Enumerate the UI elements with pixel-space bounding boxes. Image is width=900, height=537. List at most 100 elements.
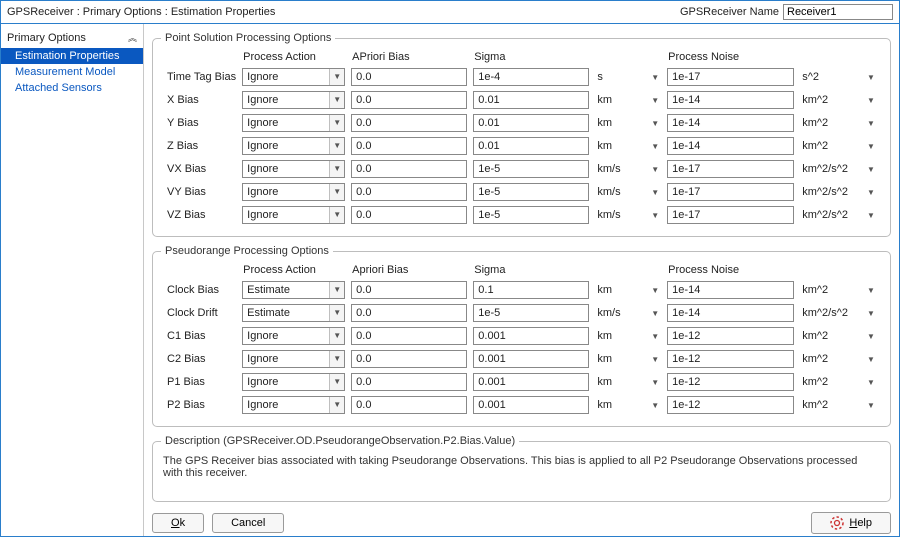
- unit-select[interactable]: km^2▼: [800, 327, 877, 345]
- apriori-bias-input[interactable]: 0.0: [351, 160, 467, 178]
- process-noise-input[interactable]: 1e-14: [667, 281, 794, 299]
- sigma-input[interactable]: 1e-5: [473, 206, 589, 224]
- apriori-bias-input[interactable]: 0.0: [351, 91, 467, 109]
- group-point-solution-legend: Point Solution Processing Options: [161, 32, 335, 44]
- process-action-select[interactable]: Ignore▼: [242, 206, 345, 224]
- apriori-bias-input[interactable]: 0.0: [351, 281, 467, 299]
- row-label: Clock Bias: [165, 280, 237, 300]
- apriori-bias-input[interactable]: 0.0: [351, 327, 467, 345]
- process-action-select[interactable]: Estimate▼: [242, 281, 345, 299]
- apriori-bias-input[interactable]: 0.0: [351, 137, 467, 155]
- chevron-down-icon: ▼: [329, 92, 344, 108]
- process-action-select[interactable]: Estimate▼: [242, 304, 345, 322]
- sigma-input[interactable]: 1e-5: [473, 160, 589, 178]
- unit-select[interactable]: km▼: [595, 137, 661, 155]
- process-action-select[interactable]: Ignore▼: [242, 114, 345, 132]
- chevron-down-icon: ▼: [649, 73, 661, 82]
- process-action-select[interactable]: Ignore▼: [242, 327, 345, 345]
- apriori-bias-input[interactable]: 0.0: [351, 373, 467, 391]
- unit-select[interactable]: km/s▼: [595, 183, 661, 201]
- sidebar-item[interactable]: Estimation Properties: [1, 48, 143, 64]
- process-action-select[interactable]: Ignore▼: [242, 137, 345, 155]
- unit-select[interactable]: km▼: [595, 350, 661, 368]
- process-noise-input[interactable]: 1e-14: [667, 114, 794, 132]
- unit-select[interactable]: km^2▼: [800, 396, 877, 414]
- apriori-bias-input[interactable]: 0.0: [351, 206, 467, 224]
- sigma-input[interactable]: 1e-5: [473, 183, 589, 201]
- col-apriori-bias: Apriori Bias: [350, 264, 468, 277]
- unit-select[interactable]: km^2/s^2▼: [800, 206, 877, 224]
- ok-button[interactable]: Ok: [152, 513, 204, 533]
- process-action-select[interactable]: Ignore▼: [242, 183, 345, 201]
- process-noise-input[interactable]: 1e-17: [667, 183, 794, 201]
- col-process-noise: Process Noise: [666, 264, 795, 277]
- unit-select[interactable]: km▼: [595, 281, 661, 299]
- process-action-select[interactable]: Ignore▼: [242, 373, 345, 391]
- sigma-input[interactable]: 1e-4: [473, 68, 589, 86]
- process-action-select[interactable]: Ignore▼: [242, 350, 345, 368]
- unit-select[interactable]: km/s▼: [595, 304, 661, 322]
- sigma-input[interactable]: 0.001: [473, 373, 589, 391]
- sigma-input[interactable]: 0.01: [473, 114, 589, 132]
- process-action-select[interactable]: Ignore▼: [242, 160, 345, 178]
- unit-select[interactable]: km/s▼: [595, 206, 661, 224]
- chevron-down-icon: ▼: [865, 286, 877, 295]
- unit-select[interactable]: km^2▼: [800, 91, 877, 109]
- apriori-bias-input[interactable]: 0.0: [351, 114, 467, 132]
- unit-select[interactable]: km▼: [595, 327, 661, 345]
- process-noise-input[interactable]: 1e-17: [667, 206, 794, 224]
- sidebar-item[interactable]: Attached Sensors: [1, 80, 143, 96]
- process-noise-input[interactable]: 1e-17: [667, 68, 794, 86]
- apriori-bias-input[interactable]: 0.0: [351, 350, 467, 368]
- unit-select[interactable]: km^2▼: [800, 281, 877, 299]
- apriori-bias-input[interactable]: 0.0: [351, 183, 467, 201]
- sigma-input[interactable]: 0.001: [473, 327, 589, 345]
- sigma-input[interactable]: 0.01: [473, 91, 589, 109]
- unit-select[interactable]: km^2▼: [800, 350, 877, 368]
- process-noise-input[interactable]: 1e-17: [667, 160, 794, 178]
- unit-select[interactable]: km^2/s^2▼: [800, 160, 877, 178]
- process-action-select[interactable]: Ignore▼: [242, 68, 345, 86]
- chevron-down-icon: ▼: [865, 73, 877, 82]
- unit-select[interactable]: km^2▼: [800, 114, 877, 132]
- process-noise-input[interactable]: 1e-12: [667, 327, 794, 345]
- sigma-input[interactable]: 0.001: [473, 350, 589, 368]
- process-action-select[interactable]: Ignore▼: [242, 396, 345, 414]
- apriori-bias-input[interactable]: 0.0: [351, 396, 467, 414]
- sigma-input[interactable]: 0.1: [473, 281, 589, 299]
- unit-select[interactable]: km^2/s^2▼: [800, 304, 877, 322]
- process-action-select[interactable]: Ignore▼: [242, 91, 345, 109]
- receiver-name-label: GPSReceiver Name: [680, 6, 779, 18]
- unit-select[interactable]: s^2▼: [800, 68, 877, 86]
- unit-select[interactable]: s▼: [595, 68, 661, 86]
- chevron-down-icon: ▼: [865, 188, 877, 197]
- receiver-name-input[interactable]: [783, 4, 893, 20]
- cancel-button[interactable]: Cancel: [212, 513, 284, 533]
- unit-select[interactable]: km▼: [595, 91, 661, 109]
- process-noise-input[interactable]: 1e-14: [667, 137, 794, 155]
- process-noise-input[interactable]: 1e-12: [667, 350, 794, 368]
- sigma-input[interactable]: 1e-5: [473, 304, 589, 322]
- unit-select[interactable]: km^2▼: [800, 137, 877, 155]
- unit-select[interactable]: km▼: [595, 396, 661, 414]
- unit-select[interactable]: km▼: [595, 373, 661, 391]
- process-noise-input[interactable]: 1e-14: [667, 304, 794, 322]
- row-label: X Bias: [165, 90, 237, 110]
- sidebar-header[interactable]: Primary Options ︽: [1, 30, 143, 48]
- chevron-down-icon: ▼: [865, 165, 877, 174]
- process-noise-input[interactable]: 1e-14: [667, 91, 794, 109]
- unit-select[interactable]: km^2▼: [800, 373, 877, 391]
- process-noise-input[interactable]: 1e-12: [667, 373, 794, 391]
- unit-select[interactable]: km^2/s^2▼: [800, 183, 877, 201]
- apriori-bias-input[interactable]: 0.0: [351, 304, 467, 322]
- help-button[interactable]: Help: [811, 512, 891, 534]
- sigma-input[interactable]: 0.001: [473, 396, 589, 414]
- row-label: VZ Bias: [165, 205, 237, 225]
- unit-select[interactable]: km▼: [595, 114, 661, 132]
- process-noise-input[interactable]: 1e-12: [667, 396, 794, 414]
- unit-select[interactable]: km/s▼: [595, 160, 661, 178]
- col-process-action: Process Action: [241, 51, 346, 64]
- sigma-input[interactable]: 0.01: [473, 137, 589, 155]
- sidebar-item[interactable]: Measurement Model: [1, 64, 143, 80]
- apriori-bias-input[interactable]: 0.0: [351, 68, 467, 86]
